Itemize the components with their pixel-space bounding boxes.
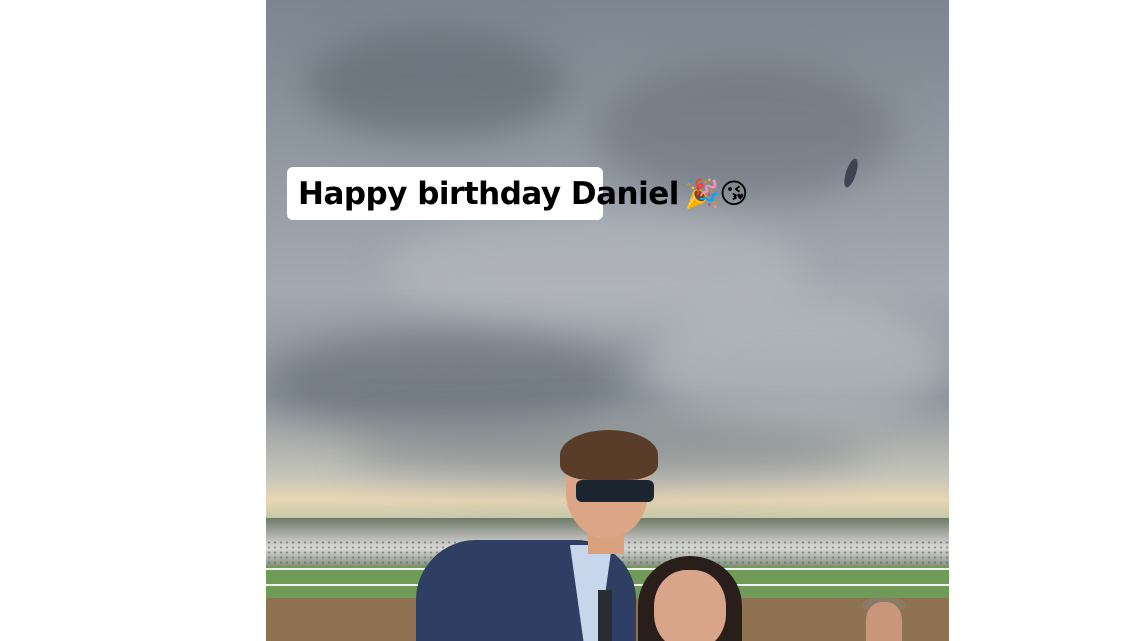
man-hair [560, 430, 658, 480]
cloud [266, 330, 626, 430]
cloud [306, 30, 566, 140]
story-caption: Happy birthday Daniel 🎉😘 [287, 167, 748, 220]
man-tie [598, 590, 612, 641]
story-photo [266, 0, 949, 641]
sunglasses [576, 480, 654, 502]
cloud [646, 300, 946, 430]
woman-face [654, 570, 726, 641]
caption-emoji: 🎉😘 [684, 177, 749, 210]
bystander [866, 602, 902, 641]
caption-text: Happy birthday Daniel [298, 175, 679, 212]
